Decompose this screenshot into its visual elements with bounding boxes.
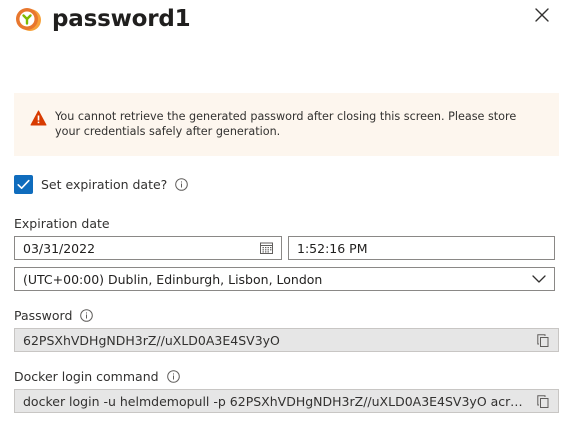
warning-icon xyxy=(30,110,47,126)
warning-text: You cannot retrieve the generated passwo… xyxy=(55,110,517,138)
expiration-time-input[interactable]: 1:52:16 PM xyxy=(288,236,555,260)
expiration-checkbox-row: Set expiration date? xyxy=(14,175,189,194)
password-field[interactable]: 62PSXhVDHgNDH3rZ//uXLD0A3E4SV3yO xyxy=(14,328,559,352)
password-value: 62PSXhVDHgNDH3rZ//uXLD0A3E4SV3yO xyxy=(23,332,280,348)
generate-password-panel: password1 You cannot retrieve the genera… xyxy=(0,0,567,441)
docker-login-label: Docker login command xyxy=(14,369,180,384)
copy-docker-button[interactable] xyxy=(536,394,550,408)
expiration-time-value: 1:52:16 PM xyxy=(297,240,368,256)
panel-title: password1 xyxy=(52,6,191,32)
docker-login-label-text: Docker login command xyxy=(14,369,159,384)
docker-login-field[interactable]: docker login -u helmdemopull -p 62PSXhVD… xyxy=(14,389,559,413)
expiration-date-input[interactable]: 03/31/2022 xyxy=(14,236,282,260)
close-button[interactable] xyxy=(533,6,551,24)
expiration-checkbox-label: Set expiration date? xyxy=(41,177,168,192)
close-icon xyxy=(535,8,549,22)
chevron-down-icon xyxy=(532,272,546,286)
expiration-date-value: 03/31/2022 xyxy=(23,240,96,256)
registry-logo-icon xyxy=(16,8,41,31)
expiration-date-label: Expiration date xyxy=(14,216,110,231)
docker-info-icon[interactable] xyxy=(166,370,180,383)
expiration-date-label-text: Expiration date xyxy=(14,216,110,231)
timezone-dropdown[interactable]: (UTC+00:00) Dublin, Edinburgh, Lisbon, L… xyxy=(14,267,555,291)
info-icon[interactable] xyxy=(175,178,189,191)
copy-icon xyxy=(537,333,549,347)
password-label: Password xyxy=(14,308,94,323)
docker-login-value: docker login -u helmdemopull -p 62PSXhVD… xyxy=(23,393,530,409)
checkmark-icon xyxy=(17,179,30,189)
calendar-icon[interactable] xyxy=(259,241,273,255)
password-label-text: Password xyxy=(14,308,73,323)
expiration-checkbox[interactable] xyxy=(14,175,33,194)
password-info-icon[interactable] xyxy=(80,309,94,322)
timezone-value: (UTC+00:00) Dublin, Edinburgh, Lisbon, L… xyxy=(23,271,323,287)
warning-banner: You cannot retrieve the generated passwo… xyxy=(14,93,559,156)
copy-password-button[interactable] xyxy=(536,333,550,347)
panel-header: password1 xyxy=(14,4,191,34)
copy-icon xyxy=(537,394,549,408)
